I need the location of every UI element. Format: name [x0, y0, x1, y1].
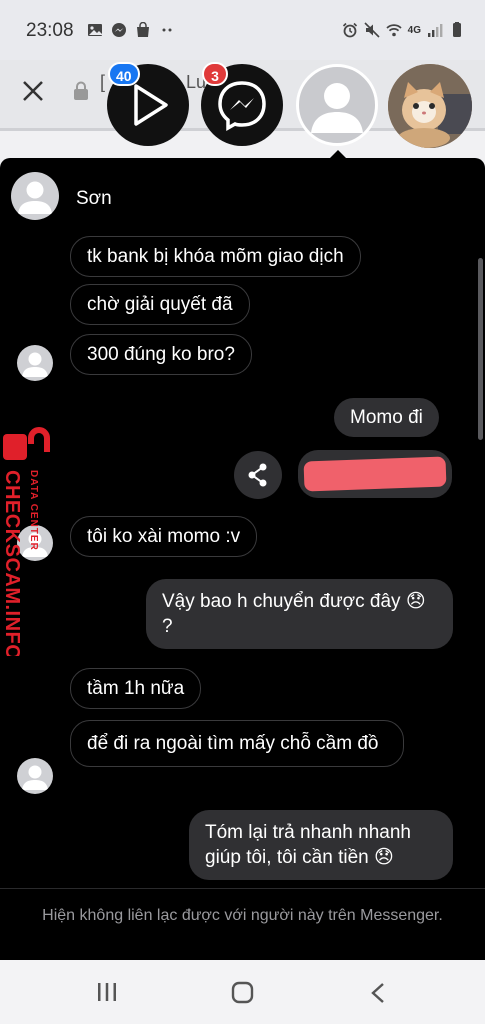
notification-count-badge: 3 [202, 62, 228, 86]
svg-text:DATA CENTER: DATA CENTER [28, 470, 39, 551]
message-incoming[interactable]: 300 đúng ko bro? [70, 334, 252, 375]
cat-photo-avatar [388, 64, 472, 148]
default-avatar-icon [22, 765, 48, 790]
notification-count-badge: 40 [108, 62, 140, 86]
share-icon [248, 463, 267, 487]
lock-icon [74, 81, 88, 100]
more-dots-icon [162, 28, 172, 32]
default-avatar-icon [18, 181, 52, 214]
wifi-icon [386, 24, 402, 37]
chat-footer: Hiện không liên lạc được với người này t… [0, 888, 485, 960]
contact-name[interactable]: Sơn [76, 188, 112, 210]
chat-panel: Sơn tk bank bị khóa mõm giao dịch chờ gi… [0, 158, 485, 960]
message-incoming[interactable]: tôi ko xài momo :v [70, 516, 258, 557]
status-notification-icons [87, 22, 175, 38]
message-incoming[interactable]: tk bank bị khóa mõm giao dịch [70, 236, 361, 277]
status-bar: 23:08 4G [0, 0, 485, 60]
contact-avatar[interactable] [11, 172, 59, 220]
messenger-icon [112, 23, 126, 37]
message-incoming[interactable]: chờ giải quyết đã [70, 284, 250, 325]
recent-apps-icon[interactable] [96, 982, 118, 1002]
message-incoming[interactable]: tầm 1h nữa [70, 668, 202, 709]
message-outgoing[interactable]: Momo đi [334, 398, 439, 437]
battery-icon [453, 22, 461, 37]
system-nav-bar [0, 960, 485, 1024]
default-avatar-icon [311, 83, 363, 133]
sender-avatar[interactable] [17, 758, 53, 794]
svg-text:CHECKSCAM.INFO: CHECKSCAM.INFO [1, 470, 23, 656]
chat-head-cat-photo[interactable] [388, 64, 472, 148]
home-icon[interactable] [231, 981, 254, 1004]
share-button[interactable] [234, 451, 282, 499]
network-type-label: 4G [407, 24, 421, 36]
chat-header[interactable]: Sơn [0, 158, 485, 234]
checkscam-watermark: CHECKSCAM.INFO DATA CENTER [0, 426, 58, 660]
watermark-lock-logo: CHECKSCAM.INFO DATA CENTER [1, 427, 50, 660]
gallery-icon [88, 24, 102, 36]
sender-avatar[interactable] [17, 345, 53, 381]
message-outgoing-redacted[interactable] [298, 450, 452, 498]
close-icon[interactable] [20, 78, 46, 104]
unreachable-notice: Hiện không liên lạc được với người này t… [42, 907, 443, 924]
cellular-signal-icon [428, 24, 443, 37]
message-outgoing[interactable]: Tóm lại trả nhanh nhanh giúp tôi, tôi cầ… [189, 810, 453, 880]
status-time: 23:08 [26, 20, 74, 41]
status-system-icons: 4G [342, 22, 465, 38]
default-avatar-icon [22, 352, 48, 377]
back-icon[interactable] [370, 982, 386, 1004]
scrollbar-thumb[interactable] [478, 258, 483, 440]
shopping-bag-icon [137, 22, 149, 37]
chat-head-active-contact[interactable] [296, 64, 378, 146]
message-incoming[interactable]: để đi ra ngoài tìm mấy chỗ cầm đồ [70, 720, 404, 767]
redaction-mark [303, 456, 447, 492]
background-title-fragment: [ [100, 72, 106, 92]
message-outgoing[interactable]: Vậy bao h chuyển được đây 😞 ? [146, 579, 453, 649]
mute-icon [364, 22, 380, 38]
alarm-icon [342, 22, 357, 38]
